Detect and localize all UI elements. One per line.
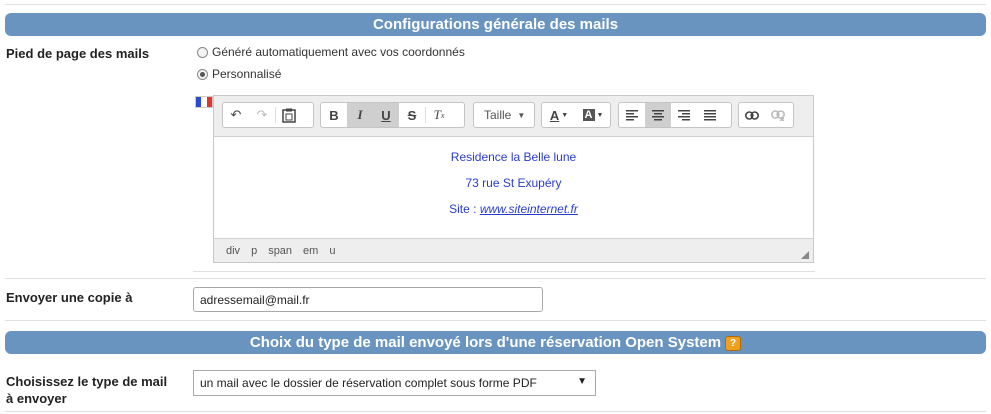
background-color-icon[interactable]: A ▼ (576, 103, 610, 127)
toolbar-group-format: B I U S Tx (320, 102, 465, 128)
font-size-dropdown[interactable]: Taille ▼ (473, 102, 535, 128)
align-right-icon[interactable] (671, 103, 697, 127)
path-item[interactable]: u (329, 245, 335, 257)
radio-custom[interactable] (197, 68, 208, 80)
site-link[interactable]: www.siteinternet.fr (480, 202, 578, 216)
editor-toolbar: ↶ ↷ B I U S Tx Taille ▼ A ▼ A ▼ (214, 96, 813, 137)
underline-icon[interactable]: U (373, 103, 399, 127)
align-left-icon[interactable] (619, 103, 645, 127)
unlink-icon[interactable] (765, 103, 791, 127)
copy-email-input[interactable] (193, 287, 543, 312)
toolbar-group-colors: A ▼ A ▼ (541, 102, 611, 128)
radio-auto-row[interactable]: Généré automatiquement avec vos coordonn… (197, 45, 465, 59)
content-line-address: 73 rue St Exupéry (465, 176, 562, 190)
editor-divider (193, 271, 815, 272)
mail-type-select[interactable]: un mail avec le dossier de réservation c… (193, 370, 596, 396)
section-header-mail-type: Choix du type de mail envoyé lors d'une … (5, 331, 986, 354)
path-item[interactable]: div (226, 245, 240, 257)
redo-icon[interactable]: ↷ (249, 103, 275, 127)
toolbar-group-links (738, 102, 794, 128)
paste-text-icon[interactable] (276, 103, 302, 127)
top-divider (5, 4, 986, 5)
mailtype-label: Choisissez le type de mail à envoyer (6, 373, 167, 407)
path-item[interactable]: span (268, 245, 292, 257)
copy-label: Envoyer une copie à (6, 290, 133, 305)
path-item[interactable]: p (251, 245, 257, 257)
footer-label: Pied de page des mails (6, 46, 150, 61)
chevron-down-icon: ▼ (517, 110, 526, 120)
bottom-divider (5, 411, 986, 412)
chevron-down-icon: ▼ (577, 376, 587, 387)
radio-custom-label[interactable]: Personnalisé (212, 67, 281, 81)
toolbar-group-align (618, 102, 732, 128)
content-line-name: Residence la Belle lune (450, 150, 577, 164)
section-title: Configurations générale des mails (372, 16, 619, 33)
undo-icon[interactable]: ↶ (223, 103, 249, 127)
rich-text-editor[interactable]: ↶ ↷ B I U S Tx Taille ▼ A ▼ A ▼ Residenc… (213, 95, 814, 263)
row-divider (5, 278, 986, 279)
radio-auto-label[interactable]: Généré automatiquement avec vos coordonn… (212, 45, 465, 59)
text-color-icon[interactable]: A ▼ (542, 103, 576, 127)
font-size-label: Taille (484, 108, 512, 122)
align-justify-icon[interactable] (697, 103, 723, 127)
help-icon[interactable]: ? (725, 335, 742, 351)
path-item[interactable]: em (303, 245, 318, 257)
row-divider (5, 320, 986, 321)
remove-format-icon[interactable]: Tx (426, 103, 452, 127)
toolbar-group-history: ↶ ↷ (222, 102, 314, 128)
strikethrough-icon[interactable]: S (399, 103, 425, 127)
mail-type-selected: un mail avec le dossier de réservation c… (200, 376, 537, 390)
link-icon[interactable] (739, 103, 765, 127)
element-path-bar: div p span em u (214, 238, 813, 262)
mailtype-label-line2: à envoyer (6, 391, 67, 406)
mailtype-label-line1: Choisissez le type de mail (6, 374, 168, 389)
editor-content[interactable]: Residence la Belle lune 73 rue St Exupér… (214, 137, 813, 237)
resize-handle-icon[interactable] (801, 251, 809, 259)
align-center-icon[interactable] (645, 103, 671, 127)
section-header-general: Configurations générale des mails (5, 13, 986, 36)
site-prefix: Site : (449, 202, 480, 216)
content-line-site: Site : www.siteinternet.fr (214, 202, 813, 216)
radio-auto[interactable] (197, 46, 208, 58)
french-flag-icon[interactable] (195, 96, 213, 108)
section-title: Choix du type de mail envoyé lors d'une … (249, 334, 722, 351)
radio-custom-row[interactable]: Personnalisé (197, 67, 281, 81)
italic-icon[interactable]: I (347, 103, 373, 127)
bold-icon[interactable]: B (321, 103, 347, 127)
